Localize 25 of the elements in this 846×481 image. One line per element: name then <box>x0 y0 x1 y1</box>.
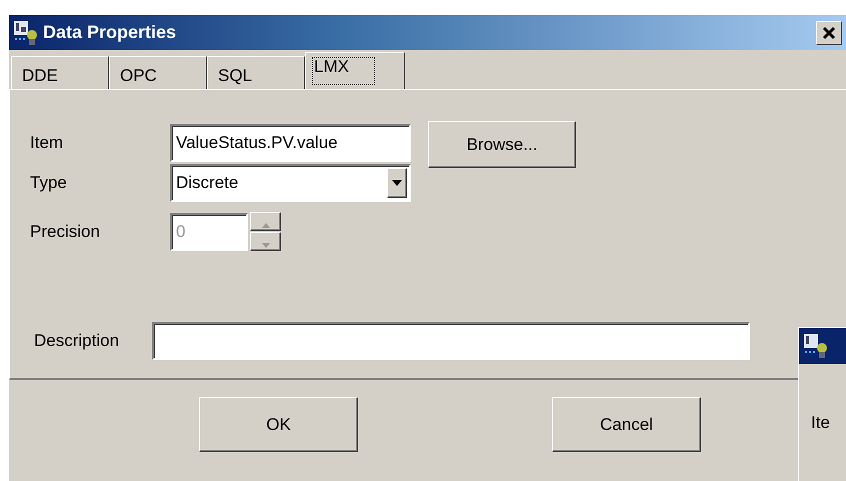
tab[interactable]: OPC <box>109 56 207 89</box>
tab[interactable]: SQL <box>207 56 305 89</box>
field-label: Precision <box>30 222 101 242</box>
cancel-button[interactable]: Cancel <box>552 397 701 452</box>
field-label: Description <box>34 331 120 351</box>
close-button[interactable] <box>816 20 842 44</box>
type-dropdown[interactable]: Discrete <box>170 164 411 202</box>
item-field[interactable]: ValueStatus.PV.value <box>170 124 411 162</box>
field-label: Ite <box>811 413 830 433</box>
down-arrow-icon <box>262 243 270 248</box>
window-title: Data Properties <box>43 22 178 43</box>
field-label: Item <box>30 133 64 153</box>
spin-up-button[interactable] <box>250 212 281 231</box>
close-icon <box>822 26 836 40</box>
field-label: Type <box>30 173 68 193</box>
tab[interactable]: DDE <box>11 56 109 89</box>
app-icon <box>803 333 829 359</box>
description-field[interactable] <box>152 322 750 360</box>
ok-button[interactable]: OK <box>199 397 358 452</box>
dropdown-arrow-icon <box>392 180 402 186</box>
browse-button[interactable]: Browse... <box>428 121 576 168</box>
app-icon <box>13 20 39 46</box>
up-arrow-icon <box>262 223 270 228</box>
tab[interactable]: LMX <box>305 52 405 89</box>
spin-down-button[interactable] <box>250 232 281 251</box>
